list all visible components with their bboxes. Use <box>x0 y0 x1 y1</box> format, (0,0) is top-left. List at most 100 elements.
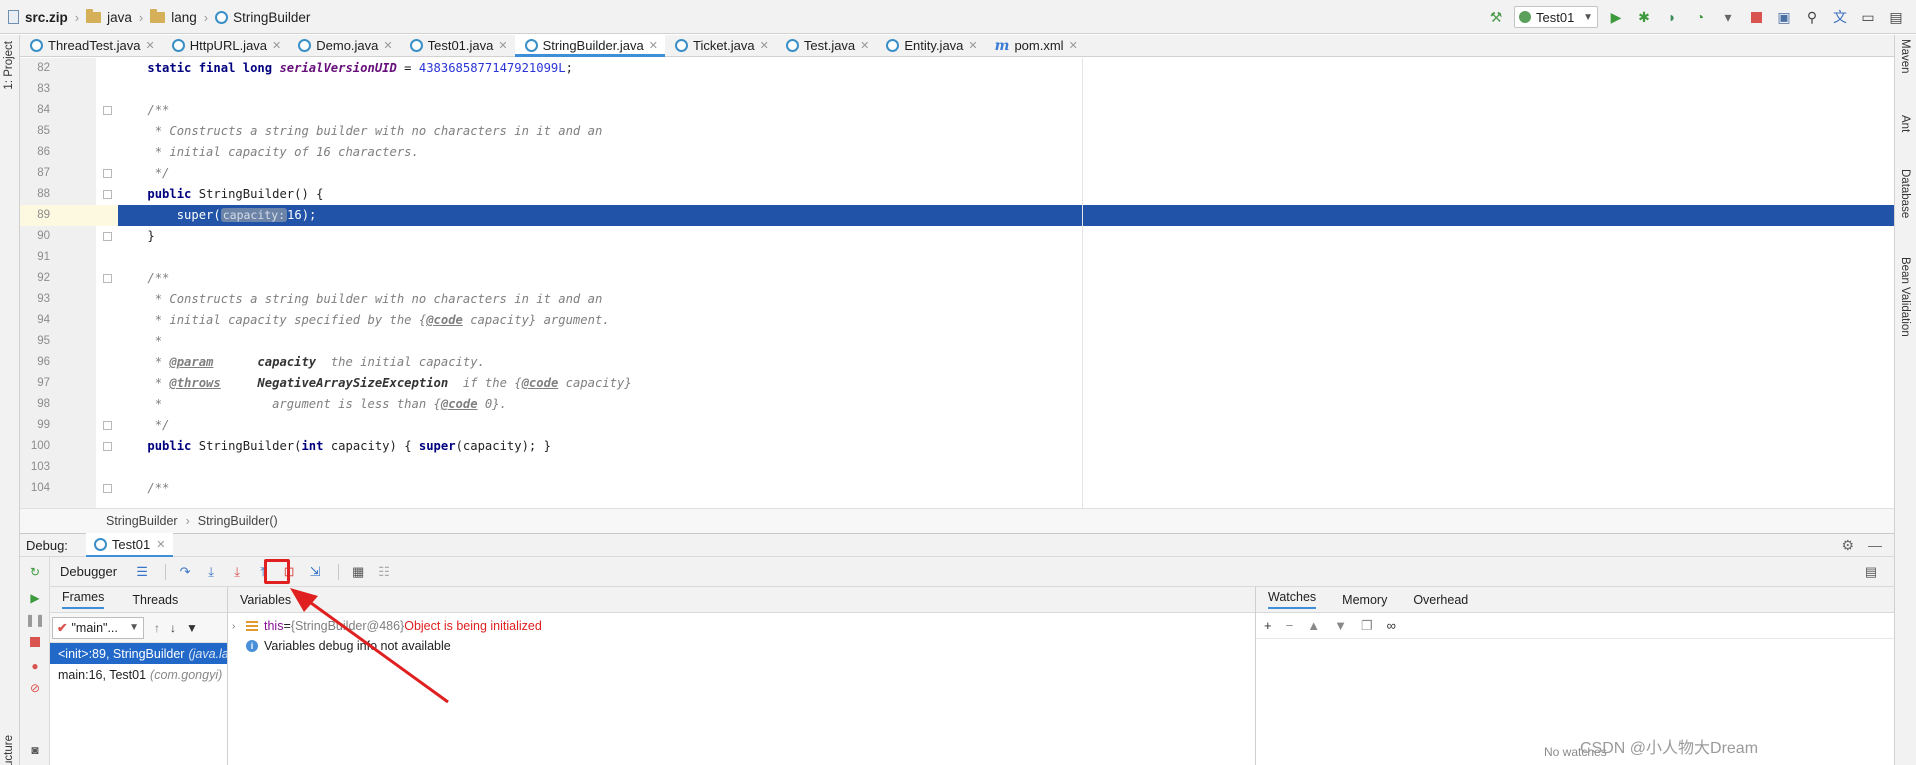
search-icon[interactable]: ⚲ <box>1802 7 1822 27</box>
tab-overhead[interactable]: Overhead <box>1413 593 1468 607</box>
maven-tool-button[interactable]: Maven <box>1899 39 1911 74</box>
close-icon[interactable]: ✕ <box>760 39 769 52</box>
translate-icon[interactable]: 文 <box>1830 7 1850 27</box>
editor-breadcrumb-method[interactable]: StringBuilder() <box>198 514 278 528</box>
thread-select[interactable]: ✔ "main"... ▼ <box>52 616 144 639</box>
ant-tool-button[interactable]: Ant <box>1899 115 1911 132</box>
tab-stringbuilder-java[interactable]: StringBuilder.java ✕ <box>514 35 666 57</box>
fold-marker-icon[interactable] <box>103 484 112 493</box>
run-to-cursor-icon[interactable]: ⇲ <box>304 561 326 583</box>
close-icon[interactable]: ✕ <box>383 39 392 52</box>
code-editor[interactable]: 82 83 84 85 86 87 88 89 90 91 92 93 94 95 96 97 98 99 100 1… <box>20 58 1894 508</box>
tab-frames[interactable]: Frames <box>62 590 105 609</box>
project-structure-icon[interactable]: ▣ <box>1774 7 1794 27</box>
tab-test01-java[interactable]: Test01.java ✕ <box>400 35 515 56</box>
copy-icon[interactable]: ❐ <box>1361 618 1373 634</box>
close-icon[interactable]: ✕ <box>649 39 658 52</box>
fold-marker-icon[interactable] <box>103 274 112 283</box>
tab-debugger[interactable]: Debugger <box>60 564 117 579</box>
rerun-icon[interactable]: ↻ <box>28 565 42 579</box>
tab-threadtest-java[interactable]: ThreadTest.java ✕ <box>20 35 162 56</box>
editor-breadcrumb-class[interactable]: StringBuilder <box>106 514 178 528</box>
tab-threads[interactable]: Threads <box>132 593 178 607</box>
bean-validation-tool-button[interactable]: Bean Validation <box>1899 257 1911 337</box>
attach-icon[interactable]: ▾ <box>1718 7 1738 27</box>
layout-settings-icon[interactable]: ▤ <box>1860 561 1882 583</box>
line-number: 96 <box>37 356 50 368</box>
frame-row[interactable]: main:16, Test01 (com.gongyi) <box>50 664 227 685</box>
evaluate-expression-icon[interactable]: ▦ <box>347 561 369 583</box>
debug-header: Debug: Test01 ✕ ⚙ — <box>20 533 1894 557</box>
breadcrumb-item-class[interactable]: StringBuilder <box>215 10 310 25</box>
debug-session-tab[interactable]: Test01 ✕ <box>85 533 174 557</box>
run-configuration-select[interactable]: Test01 ▼ <box>1514 6 1598 28</box>
expand-arrow-icon[interactable]: › <box>232 621 246 632</box>
tab-watches[interactable]: Watches <box>1268 590 1317 609</box>
project-tool-button[interactable]: 1: Project <box>3 41 15 90</box>
show-execution-point-icon[interactable]: ☰ <box>131 561 153 583</box>
breadcrumb-item-java[interactable]: java <box>86 8 132 25</box>
stop-icon[interactable] <box>1746 7 1766 27</box>
navigation-bar: src.zip › java › lang › StringBuilder ⚒ … <box>0 0 1916 34</box>
close-icon[interactable]: ✕ <box>272 39 281 52</box>
breadcrumb-item-lang[interactable]: lang <box>150 8 197 25</box>
close-icon[interactable]: ✕ <box>498 39 507 52</box>
debug-icon[interactable]: ✱ <box>1634 7 1654 27</box>
variable-row-this[interactable]: › this = {StringBuilder@486} Object is b… <box>228 616 1255 636</box>
minimize-icon[interactable]: — <box>1868 537 1882 554</box>
arrow-down-icon[interactable]: ↓ <box>170 621 176 635</box>
database-tool-button[interactable]: Database <box>1899 169 1911 218</box>
step-into-icon[interactable]: ⤓ <box>200 561 222 583</box>
fold-marker-icon[interactable] <box>103 169 112 178</box>
stop-icon[interactable] <box>28 635 42 649</box>
profile-icon[interactable]: ◔ <box>1690 7 1710 27</box>
trace-icon[interactable]: ☷ <box>373 561 395 583</box>
close-icon[interactable]: ✕ <box>146 39 155 52</box>
tool-window-icon[interactable]: ▤ <box>1886 7 1906 27</box>
resume-icon[interactable]: ▶ <box>28 591 42 605</box>
view-breakpoints-icon[interactable]: ● <box>28 659 42 673</box>
run-icon[interactable]: ▶ <box>1606 7 1626 27</box>
fold-marker-icon[interactable] <box>103 190 112 199</box>
glasses-icon[interactable]: ∞ <box>1387 618 1396 633</box>
force-step-into-icon[interactable]: ⤓ <box>226 561 248 583</box>
fold-marker-icon[interactable] <box>103 442 112 451</box>
remove-icon[interactable]: − <box>1286 618 1294 633</box>
add-icon[interactable]: + <box>1264 618 1272 633</box>
class-icon <box>93 537 107 551</box>
presentation-icon[interactable]: ▭ <box>1858 7 1878 27</box>
tab-entity-java[interactable]: Entity.java ✕ <box>876 35 984 56</box>
fold-marker-icon[interactable] <box>103 106 112 115</box>
settings-gear-icon[interactable]: ⚙ <box>1841 537 1854 554</box>
coverage-icon[interactable]: ◗ <box>1662 7 1682 27</box>
tab-memory[interactable]: Memory <box>1342 593 1387 607</box>
tab-demo-java[interactable]: Demo.java ✕ <box>288 35 399 56</box>
tab-variables[interactable]: Variables <box>240 593 291 607</box>
tab-httpurl-java[interactable]: HttpURL.java ✕ <box>162 35 289 56</box>
camera-icon[interactable]: ◙ <box>28 743 42 757</box>
mute-breakpoints-icon[interactable]: ⊘ <box>28 681 42 695</box>
line-number: 88 <box>37 188 50 200</box>
code-line-88: public StringBuilder() { <box>147 187 324 201</box>
breadcrumb-item-zip[interactable]: src.zip <box>8 10 68 25</box>
move-down-icon[interactable]: ▼ <box>1334 618 1347 633</box>
filter-icon[interactable]: ▼ <box>186 621 198 635</box>
tab-pom-xml[interactable]: m pom.xml ✕ <box>985 35 1085 56</box>
close-icon[interactable]: ✕ <box>1069 39 1078 52</box>
fold-marker-icon[interactable] <box>103 232 112 241</box>
code-line-82: static final long serialVersionUID = 438… <box>147 61 573 75</box>
build-hammer-icon[interactable]: ⚒ <box>1486 7 1506 27</box>
arrow-up-icon[interactable]: ↑ <box>154 621 160 635</box>
tab-ticket-java[interactable]: Ticket.java ✕ <box>665 35 776 56</box>
tab-test-java[interactable]: Test.java ✕ <box>776 35 877 56</box>
move-up-icon[interactable]: ▲ <box>1307 618 1320 633</box>
pause-icon[interactable]: ❚❚ <box>25 613 45 627</box>
fold-marker-icon[interactable] <box>103 421 112 430</box>
step-over-icon[interactable]: ↷ <box>174 561 196 583</box>
close-icon[interactable]: ✕ <box>968 39 977 52</box>
close-icon[interactable]: ✕ <box>860 39 869 52</box>
code-text[interactable]: static final long serialVersionUID = 438… <box>118 58 1894 508</box>
frame-row[interactable]: <init>:89, StringBuilder(java.lang) <box>50 643 227 664</box>
close-icon[interactable]: ✕ <box>156 538 165 551</box>
structure-tool-button[interactable]: Structure <box>3 735 15 765</box>
